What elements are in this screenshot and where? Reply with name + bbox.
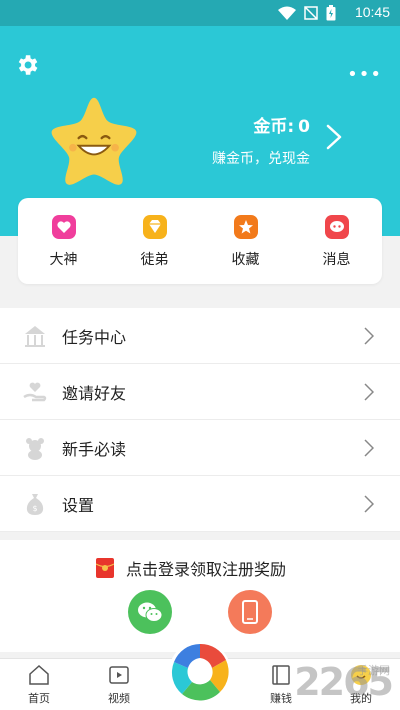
chevron-right-icon[interactable] (326, 124, 342, 150)
tab-home[interactable]: 首页 (14, 663, 64, 706)
quick-action-label: 徒弟 (140, 251, 169, 268)
status-icons (278, 5, 336, 21)
quick-action-label: 大神 (49, 251, 78, 268)
menu-item-label: 设置 (62, 495, 95, 515)
app-logo-icon[interactable] (168, 640, 232, 704)
video-icon (109, 666, 129, 684)
tab-label: 首页 (28, 692, 50, 705)
chat-icon (324, 214, 349, 239)
menu-list: 任务中心 邀请好友 新手必读 $ 设置 (0, 308, 400, 532)
heart-icon (51, 214, 76, 239)
wifi-icon (278, 6, 296, 20)
menu-item-label: 邀请好友 (62, 383, 127, 403)
phone-login-button[interactable] (228, 590, 272, 634)
login-prompt-text: 点击登录领取注册奖励 (126, 560, 287, 579)
hand-heart-icon (23, 382, 47, 401)
quick-action-label: 收藏 (231, 251, 260, 268)
menu-item-task-center[interactable]: 任务中心 (0, 308, 400, 364)
tab-label: 视频 (108, 692, 130, 705)
watermark-text: 手游网 (357, 664, 390, 677)
signal-off-icon (304, 6, 318, 20)
menu-item-invite-friends[interactable]: 邀请好友 (0, 364, 400, 420)
tab-label: 赚钱 (270, 692, 292, 705)
bear-icon (26, 437, 44, 460)
login-panel: 点击登录领取注册奖励 (0, 540, 400, 652)
status-bar: 10:45 (0, 0, 400, 26)
chevron-right-icon (364, 494, 374, 513)
svg-text:$: $ (32, 504, 37, 513)
watermark: 2265 手游网 (294, 660, 394, 704)
menu-item-label: 任务中心 (62, 327, 127, 347)
clock: 10:45 (354, 4, 390, 20)
wechat-login-button[interactable] (128, 590, 172, 634)
phone-icon (242, 600, 258, 624)
chevron-right-icon (364, 382, 374, 401)
wechat-icon (138, 602, 163, 622)
coins-balance: 金币: 0 (253, 112, 310, 137)
diamond-icon (142, 214, 167, 239)
earn-cash-link[interactable]: 赚金币，兑现金 (212, 148, 310, 168)
menu-item-settings[interactable]: $ 设置 (0, 476, 400, 532)
money-bag-icon: $ (26, 493, 44, 515)
home-icon (29, 664, 49, 685)
battery-icon (326, 5, 336, 21)
quick-actions-card: 大神 徒弟 收藏 消息 (18, 198, 382, 284)
book-icon (272, 665, 290, 685)
chevron-right-icon (364, 326, 374, 345)
quick-action-favorites[interactable]: 收藏 (211, 214, 281, 269)
more-options-icon[interactable]: ••• (347, 64, 382, 85)
chevron-right-icon (364, 438, 374, 457)
coins-value: 0 (298, 117, 310, 137)
login-prompt[interactable]: 点击登录领取注册奖励 (96, 556, 286, 580)
quick-action-dashen[interactable]: 大神 (29, 214, 99, 269)
gear-icon[interactable] (14, 52, 40, 78)
quick-action-messages[interactable]: 消息 (302, 214, 372, 269)
menu-item-label: 新手必读 (62, 439, 127, 459)
tab-video[interactable]: 视频 (94, 663, 144, 706)
carousel-icon (25, 325, 45, 347)
quick-action-label: 消息 (322, 251, 351, 268)
star-badge-icon (233, 214, 258, 239)
coins-label: 金币: (253, 117, 295, 137)
star-avatar[interactable] (46, 92, 142, 188)
menu-item-beginner-guide[interactable]: 新手必读 (0, 420, 400, 476)
quick-action-tudi[interactable]: 徒弟 (120, 214, 190, 269)
red-packet-icon (96, 558, 114, 578)
